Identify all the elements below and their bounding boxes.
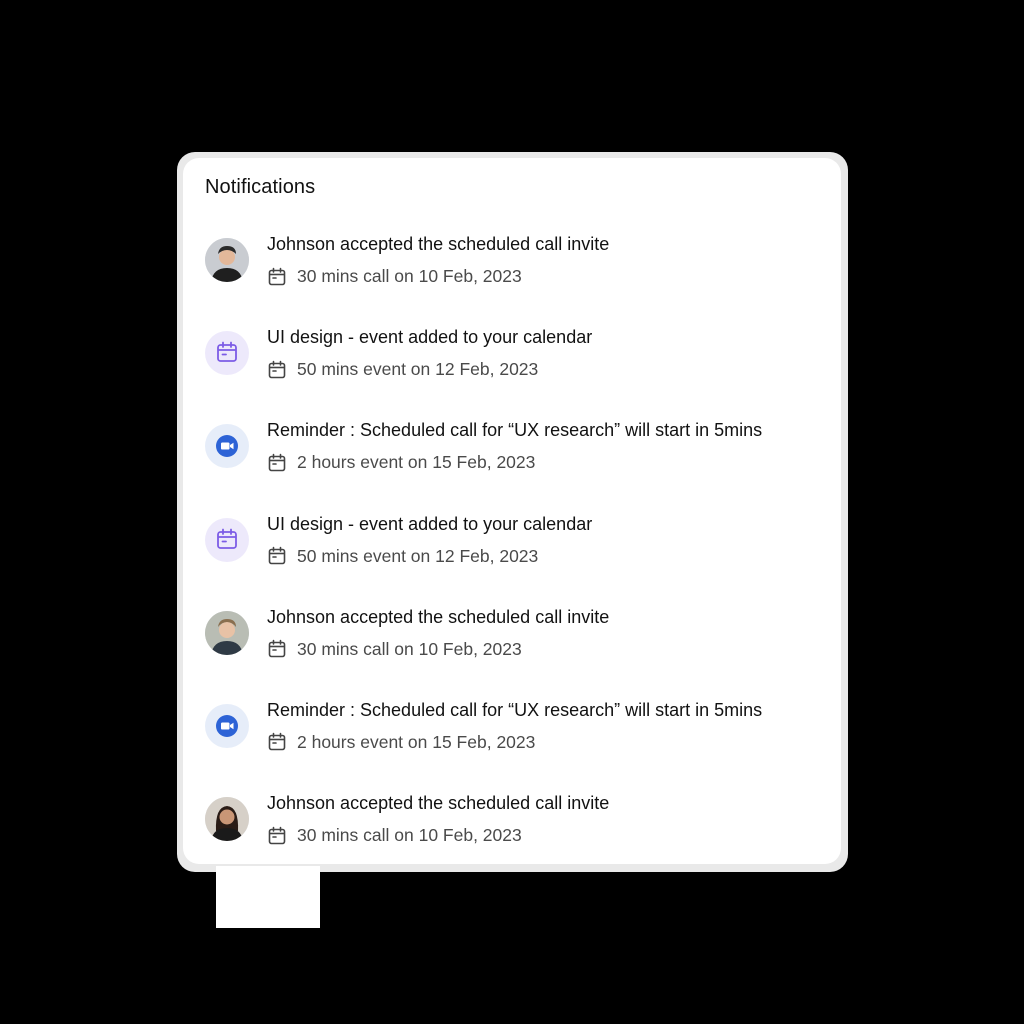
user-avatar [205,610,249,655]
notification-meta: 30 mins call on 10 Feb, 2023 [267,266,522,287]
notification-item[interactable]: Reminder : Scheduled call for “UX resear… [205,698,825,791]
panel-title: Notifications [205,176,316,198]
calendar-icon [268,546,286,565]
calendar-icon [268,453,286,472]
calendar-icon [268,639,286,658]
notification-meta-text: 50 mins event on 12 Feb, 2023 [297,545,539,566]
notification-meta: 2 hours event on 15 Feb, 2023 [267,452,535,473]
call-badge [205,424,249,469]
notification-title: Reminder : Scheduled call for “UX resear… [267,420,763,441]
notification-meta-text: 2 hours event on 15 Feb, 2023 [297,731,536,752]
notification-list: Johnson accepted the scheduled call invi… [205,232,825,864]
call-badge [205,703,249,748]
notification-meta-text: 2 hours event on 15 Feb, 2023 [297,452,536,473]
notification-item[interactable]: UI design - event added to your calendar… [205,325,825,418]
video-camera-icon [216,435,238,458]
calendar-icon [268,826,286,844]
event-badge [205,517,249,562]
notification-item[interactable]: Johnson accepted the scheduled call invi… [205,605,825,698]
avatar-man-dark-icon [205,238,249,282]
decorative-white-block [216,866,320,928]
notification-meta: 50 mins event on 12 Feb, 2023 [267,359,538,380]
notification-meta: 2 hours event on 15 Feb, 2023 [267,732,535,753]
calendar-icon [268,360,286,378]
notification-meta: 30 mins call on 10 Feb, 2023 [267,825,522,846]
notification-title: Johnson accepted the scheduled call invi… [267,606,610,627]
calendar-icon [217,341,237,363]
notification-meta-text: 30 mins call on 10 Feb, 2023 [297,825,522,846]
notification-meta-text: 50 mins event on 12 Feb, 2023 [297,359,539,380]
user-avatar [205,238,249,282]
notification-meta-text: 30 mins call on 10 Feb, 2023 [297,638,522,659]
notification-item[interactable]: Johnson accepted the scheduled call invi… [205,791,825,864]
avatar-woman-icon [205,797,249,842]
notification-title: Johnson accepted the scheduled call invi… [267,234,610,254]
calendar-icon [268,267,286,285]
notification-item[interactable]: Johnson accepted the scheduled call invi… [205,232,825,325]
avatar-man-light-icon [205,610,249,655]
notification-item[interactable]: UI design - event added to your calendar… [205,512,825,605]
video-camera-icon [216,714,238,737]
calendar-icon [217,528,237,549]
user-avatar [205,797,249,842]
notification-item[interactable]: Reminder : Scheduled call for “UX resear… [205,418,825,511]
notification-title: Reminder : Scheduled call for “UX resear… [267,699,763,720]
notifications-panel: Notifications Johnson accepted the sched… [183,158,841,864]
notification-meta: 30 mins call on 10 Feb, 2023 [267,639,522,660]
notification-meta: 50 mins event on 12 Feb, 2023 [267,546,538,567]
notification-title: UI design - event added to your calendar [267,513,593,534]
notification-title: UI design - event added to your calendar [267,327,593,348]
notification-meta-text: 30 mins call on 10 Feb, 2023 [297,266,522,286]
calendar-icon [268,733,286,751]
event-badge [205,331,249,376]
notification-title: Johnson accepted the scheduled call invi… [267,793,610,814]
